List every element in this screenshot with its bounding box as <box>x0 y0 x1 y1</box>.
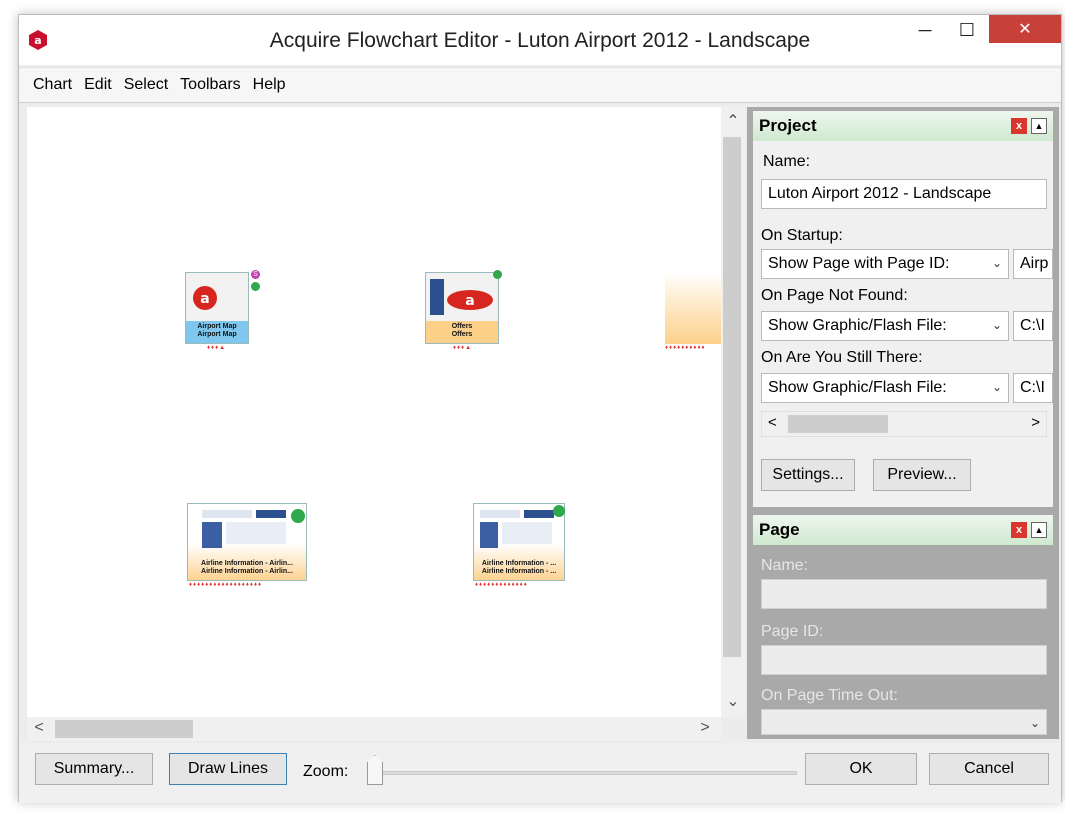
panel-title: Page <box>759 520 800 539</box>
minimize-button[interactable]: ─ <box>905 15 945 45</box>
zoom-slider-thumb[interactable] <box>367 755 383 785</box>
flow-node-offers[interactable]: a Offers Offers ♦♦♦▲ <box>425 270 505 352</box>
scroll-right-icon[interactable]: > <box>695 719 715 737</box>
airport-logo-icon: a <box>193 286 217 310</box>
app-window: a Acquire Flowchart Editor - Luton Airpo… <box>18 14 1062 803</box>
on-page-not-found-label: On Page Not Found: <box>761 287 908 304</box>
node-connectors: ♦♦♦♦♦♦♦♦♦♦♦♦♦ <box>475 582 528 588</box>
node-connectors: ♦♦♦▲ <box>453 345 473 351</box>
node-sublabel: Offers <box>451 331 473 338</box>
page-timeout-select: ⌄ <box>761 709 1047 735</box>
project-name-field[interactable]: Luton Airport 2012 - Landscape <box>761 179 1047 209</box>
title-bar: a Acquire Flowchart Editor - Luton Airpo… <box>19 15 1061 65</box>
panel-collapse-icon[interactable]: ▲ <box>1031 118 1047 134</box>
menu-bar: Chart Edit Select Toolbars Help <box>19 67 1061 103</box>
canvas-vertical-scrollbar[interactable]: ⌃ ⌄ <box>721 107 745 717</box>
svg-text:a: a <box>465 293 474 309</box>
scroll-left-icon[interactable]: < <box>29 719 49 737</box>
flow-node-airport-map[interactable]: a Airport Map Airport Map S ♦♦♦▲ <box>185 270 265 352</box>
preview-button[interactable]: Preview... <box>873 459 971 491</box>
menu-chart[interactable]: Chart <box>33 76 72 94</box>
node-label: Airline Information - ... <box>481 560 557 567</box>
timer-badge-icon <box>553 505 565 517</box>
menu-help[interactable]: Help <box>253 76 286 94</box>
draw-lines-button[interactable]: Draw Lines <box>169 753 287 785</box>
maximize-button[interactable]: ☐ <box>947 15 987 45</box>
menu-toolbars[interactable]: Toolbars <box>180 76 240 94</box>
scroll-up-icon[interactable]: ⌃ <box>721 111 745 131</box>
page-id-label: Page ID: <box>761 623 824 640</box>
flow-node-airline-information-2[interactable]: Airline Information - ... Airline Inform… <box>473 503 573 593</box>
settings-button[interactable]: Settings... <box>761 459 855 491</box>
timer-badge-icon <box>493 270 502 279</box>
ok-button[interactable]: OK <box>805 753 917 785</box>
node-connectors: ♦♦♦▲ <box>207 345 227 351</box>
page-id-field <box>761 645 1047 675</box>
node-sublabel: Airline Information - ... <box>481 568 557 575</box>
on-still-there-label: On Are You Still There: <box>761 349 923 366</box>
on-still-there-select[interactable]: Show Graphic/Flash File: ⌄ <box>761 373 1009 403</box>
scroll-thumb[interactable] <box>55 720 193 738</box>
panel-title: Project <box>759 116 817 135</box>
panel-close-icon[interactable]: x <box>1011 522 1027 538</box>
cancel-button[interactable]: Cancel <box>929 753 1049 785</box>
summary-button[interactable]: Summary... <box>35 753 153 785</box>
zoom-label: Zoom: <box>303 763 349 780</box>
canvas-horizontal-scrollbar[interactable]: < > <box>27 717 721 741</box>
scroll-right-icon[interactable]: > <box>1031 414 1040 431</box>
flow-node-partial[interactable]: ♦♦♦♦♦♦♦♦♦♦ <box>665 272 721 352</box>
panel-collapse-icon[interactable]: ▲ <box>1031 522 1047 538</box>
thumb-sidebar <box>430 279 444 315</box>
scroll-thumb[interactable] <box>788 415 888 433</box>
flow-node-airline-information-1[interactable]: Airline Information - Airlin... Airline … <box>187 503 317 593</box>
page-name-field <box>761 579 1047 609</box>
page-panel-header: Page x ▲ <box>753 515 1053 545</box>
project-panel-header: Project x ▲ <box>753 111 1053 141</box>
node-label: Airport Map <box>197 323 237 330</box>
menu-edit[interactable]: Edit <box>84 76 112 94</box>
timer-badge-icon <box>291 509 305 523</box>
start-badge: S <box>251 270 260 279</box>
name-label: Name: <box>763 153 811 170</box>
flowchart-canvas[interactable]: a Airport Map Airport Map S ♦♦♦▲ a Offer… <box>27 107 721 717</box>
node-label: Airline Information - Airlin... <box>201 560 293 567</box>
properties-side-panel: Project x ▲ Name: Luton Airport 2012 - L… <box>747 107 1059 739</box>
on-startup-page-id-field[interactable]: Airp <box>1013 249 1053 279</box>
chevron-down-icon: ⌄ <box>991 318 1002 332</box>
page-timeout-label: On Page Time Out: <box>761 687 898 704</box>
on-page-not-found-file-field[interactable]: C:\I <box>1013 311 1053 341</box>
offers-logo-icon: a <box>447 290 493 310</box>
page-panel-body: Name: Page ID: On Page Time Out: ⌄ <box>753 545 1053 735</box>
on-startup-select[interactable]: Show Page with Page ID: ⌄ <box>761 249 1009 279</box>
panel-close-icon[interactable]: x <box>1011 118 1027 134</box>
page-name-label: Name: <box>761 557 809 574</box>
node-connectors: ♦♦♦♦♦♦♦♦♦♦♦♦♦♦♦♦♦♦ <box>189 582 263 588</box>
project-panel-body: Name: Luton Airport 2012 - Landscape On … <box>753 141 1053 507</box>
maximize-icon: ☐ <box>958 19 976 40</box>
node-sublabel: Airline Information - Airlin... <box>201 568 293 575</box>
chevron-down-icon: ⌄ <box>1029 716 1040 730</box>
timer-badge-icon <box>251 282 260 291</box>
node-sublabel: Airport Map <box>197 331 237 338</box>
zoom-slider-track[interactable] <box>377 771 797 775</box>
bottom-toolbar: Summary... Draw Lines Zoom: OK Cancel <box>19 743 1061 803</box>
close-icon: ✕ <box>1018 21 1032 38</box>
scroll-down-icon[interactable]: ⌄ <box>721 691 745 711</box>
scroll-left-icon[interactable]: < <box>768 414 777 431</box>
node-connectors: ♦♦♦♦♦♦♦♦♦♦ <box>665 345 706 351</box>
scroll-thumb[interactable] <box>723 137 741 657</box>
on-page-not-found-select[interactable]: Show Graphic/Flash File: ⌄ <box>761 311 1009 341</box>
project-horizontal-scrollbar[interactable]: < > <box>761 411 1047 437</box>
chevron-down-icon: ⌄ <box>991 256 1002 270</box>
minimize-icon: ─ <box>918 19 932 40</box>
close-button[interactable]: ✕ <box>989 15 1061 43</box>
on-startup-label: On Startup: <box>761 227 843 244</box>
on-still-there-file-field[interactable]: C:\I <box>1013 373 1053 403</box>
svg-text:a: a <box>200 291 209 307</box>
chevron-down-icon: ⌄ <box>991 380 1002 394</box>
menu-select[interactable]: Select <box>124 76 168 94</box>
node-label: Offers <box>451 323 473 330</box>
